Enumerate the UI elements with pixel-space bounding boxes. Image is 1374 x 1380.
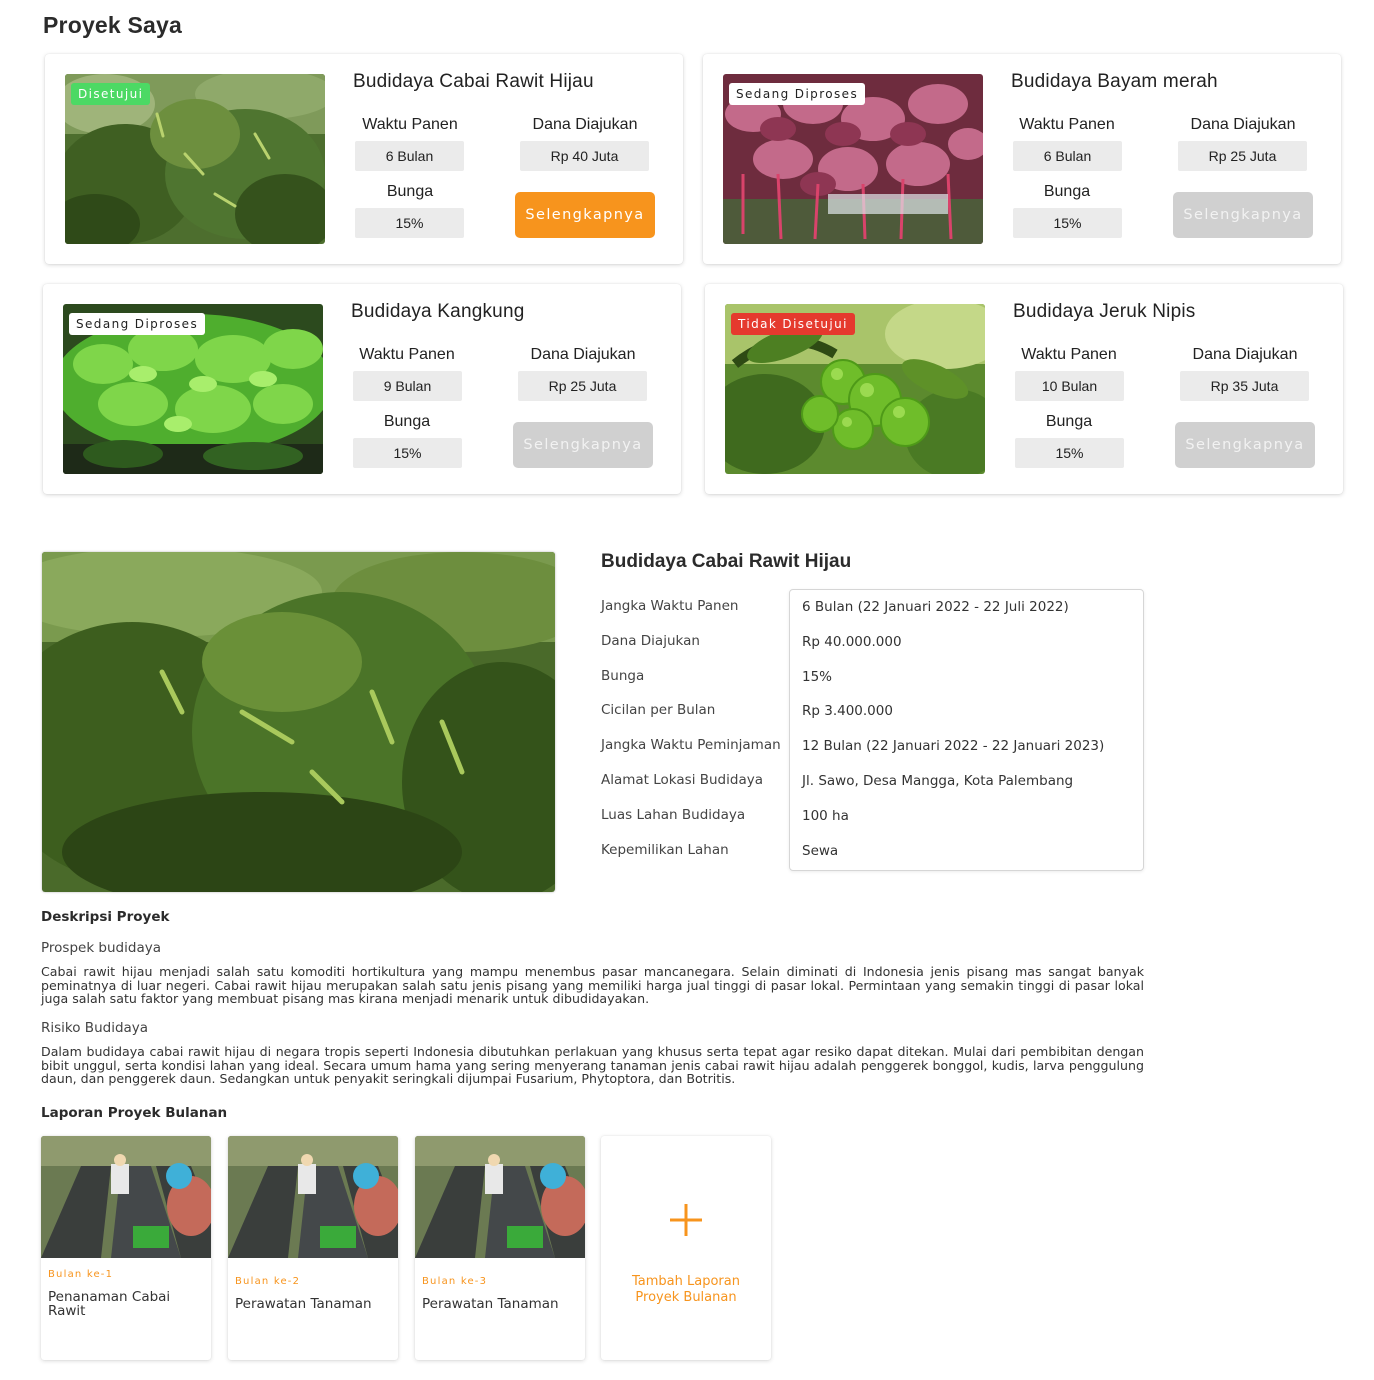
fund-value: Rp 25 Juta bbox=[1178, 141, 1307, 171]
report-image bbox=[415, 1136, 585, 1258]
report-title: Penanaman Cabai Rawit bbox=[48, 1289, 171, 1319]
fund-label: Dana Diajukan bbox=[1190, 116, 1296, 133]
project-card[interactable]: Disetujui Budidaya Cabai Rawit Hijau Wak… bbox=[45, 54, 683, 264]
project-title: Budidaya Bayam merah bbox=[1011, 71, 1218, 92]
project-image-red-spinach: Sedang Diproses bbox=[723, 74, 983, 244]
report-image bbox=[41, 1136, 211, 1258]
detail-project-image bbox=[42, 552, 555, 892]
project-card[interactable]: Sedang Diproses Budidaya Bayam merah Wak… bbox=[703, 54, 1341, 264]
interest-value: 15% bbox=[355, 208, 464, 238]
harvest-value: 6 Bulan bbox=[355, 141, 464, 171]
info-label: Bunga bbox=[601, 667, 645, 684]
project-title: Budidaya Cabai Rawit Hijau bbox=[353, 71, 594, 92]
harvest-value: 9 Bulan bbox=[353, 371, 462, 401]
info-value: Jl. Sawo, Desa Mangga, Kota Palembang bbox=[802, 772, 1074, 789]
report-card[interactable]: Bulan ke-2 Perawatan Tanaman bbox=[228, 1136, 398, 1360]
info-label: Cicilan per Bulan bbox=[601, 702, 716, 719]
info-label: Alamat Lokasi Budidaya bbox=[601, 771, 763, 788]
status-badge: Sedang Diproses bbox=[729, 83, 866, 105]
interest-label: Bunga bbox=[383, 413, 431, 430]
project-image-water-spinach: Sedang Diproses bbox=[63, 304, 323, 474]
interest-label: Bunga bbox=[1045, 413, 1093, 430]
project-card[interactable]: Sedang Diproses Budidaya Kangkung Waktu … bbox=[43, 284, 681, 494]
info-value: Rp 3.400.000 bbox=[802, 703, 893, 720]
interest-label: Bunga bbox=[386, 183, 434, 200]
info-value: 6 Bulan (22 Januari 2022 - 22 Juli 2022) bbox=[802, 599, 1069, 615]
report-image bbox=[228, 1136, 398, 1258]
project-card[interactable]: Tidak Disetujui Budidaya Jeruk Nipis Wak… bbox=[705, 284, 1343, 494]
fund-label: Dana Diajukan bbox=[530, 346, 636, 363]
info-label: Luas Lahan Budidaya bbox=[601, 806, 746, 823]
interest-label: Bunga bbox=[1043, 183, 1091, 200]
prospect-text: Cabai rawit hijau menjadi salah satu kom… bbox=[41, 964, 1144, 1007]
status-badge: Tidak Disetujui bbox=[731, 313, 855, 335]
add-report-label: Tambah Laporan Proyek Bulanan bbox=[632, 1274, 740, 1305]
info-label: Jangka Waktu Peminjaman bbox=[601, 737, 781, 754]
harvest-label: Waktu Panen bbox=[1019, 116, 1115, 133]
add-report-button[interactable]: Tambah Laporan Proyek Bulanan bbox=[601, 1136, 771, 1360]
info-value: 100 ha bbox=[802, 807, 849, 824]
harvest-label: Waktu Panen bbox=[359, 346, 455, 363]
interest-value: 15% bbox=[1013, 208, 1122, 238]
harvest-value: 6 Bulan bbox=[1013, 141, 1122, 171]
project-image-lime: Tidak Disetujui bbox=[725, 304, 985, 474]
report-month: Bulan ke-1 bbox=[48, 1269, 114, 1280]
project-title: Budidaya Jeruk Nipis bbox=[1013, 301, 1196, 322]
fund-label: Dana Diajukan bbox=[532, 116, 638, 133]
harvest-value: 10 Bulan bbox=[1015, 371, 1124, 401]
fund-value: Rp 35 Juta bbox=[1180, 371, 1309, 401]
project-title: Budidaya Kangkung bbox=[351, 301, 525, 322]
harvest-label: Waktu Panen bbox=[362, 116, 458, 133]
status-badge: Disetujui bbox=[71, 83, 151, 105]
fund-value: Rp 40 Juta bbox=[520, 141, 649, 171]
interest-value: 15% bbox=[353, 438, 462, 468]
info-value: 15% bbox=[802, 668, 833, 685]
report-month: Bulan ke-3 bbox=[422, 1276, 488, 1287]
report-title: Perawatan Tanaman bbox=[422, 1296, 559, 1312]
report-card[interactable]: Bulan ke-3 Perawatan Tanaman bbox=[415, 1136, 585, 1360]
report-title: Perawatan Tanaman bbox=[235, 1296, 372, 1312]
harvest-label: Waktu Panen bbox=[1021, 346, 1117, 363]
risk-heading: Risiko Budidaya bbox=[41, 1020, 149, 1036]
info-value: 12 Bulan (22 Januari 2022 - 22 Januari 2… bbox=[802, 738, 1105, 755]
status-badge: Sedang Diproses bbox=[69, 313, 206, 335]
details-button[interactable]: Selengkapnya bbox=[1175, 422, 1315, 468]
detail-info-box: 6 Bulan (22 Januari 2022 - 22 Juli 2022)… bbox=[789, 589, 1144, 871]
details-button[interactable]: Selengkapnya bbox=[1173, 192, 1313, 238]
info-label: Kepemilikan Lahan bbox=[601, 841, 729, 858]
detail-title: Budidaya Cabai Rawit Hijau bbox=[601, 551, 852, 572]
fund-value: Rp 25 Juta bbox=[518, 371, 647, 401]
details-button[interactable]: Selengkapnya bbox=[515, 192, 655, 238]
info-label: Jangka Waktu Panen bbox=[601, 598, 739, 614]
interest-value: 15% bbox=[1015, 438, 1124, 468]
info-label: Dana Diajukan bbox=[601, 632, 700, 649]
plus-icon bbox=[601, 1194, 771, 1251]
project-image-chili: Disetujui bbox=[65, 74, 325, 244]
info-value: Rp 40.000.000 bbox=[802, 633, 902, 650]
detail-info-labels: Jangka Waktu Panen Dana Diajukan Bunga C… bbox=[601, 598, 781, 876]
info-value: Sewa bbox=[802, 842, 839, 859]
prospect-heading: Prospek budidaya bbox=[41, 940, 161, 956]
page-title: Proyek Saya bbox=[43, 12, 183, 38]
description-heading: Deskripsi Proyek bbox=[41, 909, 170, 925]
monthly-report-heading: Laporan Proyek Bulanan bbox=[41, 1105, 228, 1121]
fund-label: Dana Diajukan bbox=[1192, 346, 1298, 363]
risk-text: Dalam budidaya cabai rawit hijau di nega… bbox=[41, 1044, 1144, 1087]
details-button[interactable]: Selengkapnya bbox=[513, 422, 653, 468]
report-month: Bulan ke-2 bbox=[235, 1276, 301, 1287]
report-card[interactable]: Bulan ke-1 Penanaman Cabai Rawit bbox=[41, 1136, 211, 1360]
